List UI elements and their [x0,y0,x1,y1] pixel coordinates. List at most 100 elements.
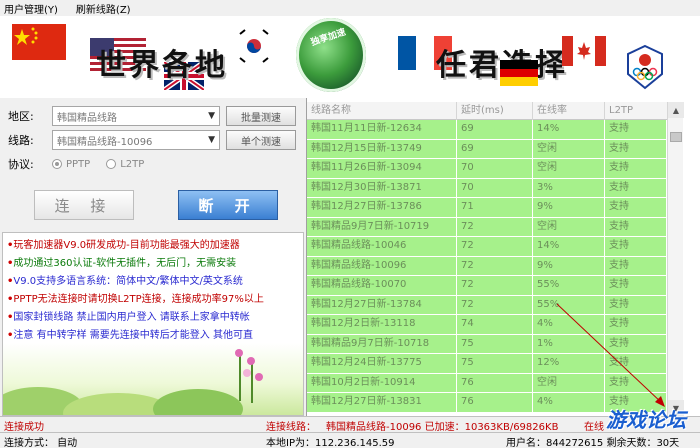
olympic-emblem-icon [627,44,663,90]
table-row[interactable]: 韩国12月15日新-13749 69 空闲 支持 [307,139,667,159]
scroll-up-icon[interactable]: ▲ [668,102,684,118]
table-row[interactable]: 韩国10月2日新-10914 76 空闲 支持 [307,373,667,393]
korea-flag-icon [236,28,272,64]
cell-latency: 75 [457,334,533,353]
single-speed-test-label: 单个测速 [241,136,281,148]
canada-flag-icon [562,36,606,66]
table-row[interactable]: 韩国12月27日新-13786 71 9% 支持 [307,198,667,218]
protocol-row: 协议: PPTP L2TP [8,156,160,172]
cell-online-rate: 空闲 [533,217,605,236]
table-row[interactable]: 韩国11月11日新-12634 69 14% 支持 [307,120,667,140]
table-row[interactable]: 韩国精品9月7日新-10719 72 空闲 支持 [307,217,667,237]
cell-latency: 72 [457,256,533,275]
cell-line-name: 韩国11月11日新-12634 [307,120,457,139]
status-message: 连接成功 [4,422,44,433]
cell-latency: 69 [457,120,533,139]
cell-line-name: 韩国精品9月7日新-10718 [307,334,457,353]
cell-l2tp: 支持 [605,334,667,353]
cell-line-name: 韩国12月27日新-13786 [307,198,457,217]
table-row[interactable]: 韩国12月30日新-13871 70 3% 支持 [307,178,667,198]
menu-user-management[interactable]: 用户管理(Y) [4,1,58,16]
chevron-down-icon: ▼ [208,111,215,121]
news-item: •成功通过360认证-软件无插件，无后门，无需安装 [7,258,237,269]
watermark-logo: 游戏论坛 [606,408,686,432]
table-row[interactable]: 韩国12月2日新-13118 74 4% 支持 [307,315,667,335]
cell-online-rate: 55% [533,276,605,295]
cell-line-name: 韩国12月24日新-13775 [307,354,457,373]
radio-unselected-icon [106,159,117,169]
cell-l2tp: 支持 [605,256,667,275]
protocol-l2tp-radio[interactable]: L2TP [106,159,144,170]
table-row[interactable]: 韩国精品9月7日新-10718 75 1% 支持 [307,334,667,354]
cell-line-name: 韩国精品线路-10070 [307,276,457,295]
cell-online-rate: 空闲 [533,373,605,392]
protocol-pptp-label: PPTP [66,158,91,170]
batch-speed-test-label: 批量测速 [241,112,281,124]
cell-line-name: 韩国12月15日新-13749 [307,139,457,158]
cell-latency: 70 [457,178,533,197]
column-header-latency[interactable]: 延时(ms) [457,102,533,120]
column-header-l2tp[interactable]: L2TP [605,102,667,120]
protocol-label: 协议: [8,158,34,171]
cell-online-rate: 4% [533,393,605,412]
table-row[interactable]: 韩国精品线路-10070 72 55% 支持 [307,276,667,296]
cell-l2tp: 支持 [605,178,667,197]
scrollbar-thumb[interactable] [670,132,682,142]
cell-l2tp: 支持 [605,373,667,392]
cell-line-name: 韩国12月27日新-13831 [307,393,457,412]
connection-mode: 连接方式： 自动 [4,438,78,448]
cell-l2tp: 支持 [605,295,667,314]
line-label: 线路: [8,134,34,147]
column-header-line-name[interactable]: 线路名称 [307,102,457,120]
banner: 世界各地 独享加速 任君选择 [0,16,700,98]
cell-latency: 72 [457,276,533,295]
region-row: 地区: 韩国精品线路 ▼ 批量测速 [8,106,296,126]
region-label: 地区: [8,110,34,123]
cell-latency: 71 [457,198,533,217]
cell-latency: 75 [457,354,533,373]
cell-line-name: 韩国精品9月7日新-10719 [307,217,457,236]
region-select[interactable]: 韩国精品线路 ▼ [52,106,220,126]
cell-online-rate: 12% [533,354,605,373]
table-row[interactable]: 韩国12月27日新-13784 72 55% 支持 [307,295,667,315]
table-row[interactable]: 韩国11月26日新-13094 70 空闲 支持 [307,159,667,179]
cell-l2tp: 支持 [605,139,667,158]
cell-l2tp: 支持 [605,354,667,373]
connect-button[interactable]: 连 接 [34,190,134,220]
table-row[interactable]: 韩国精品线路-10096 72 9% 支持 [307,256,667,276]
table-row[interactable]: 韩国精品线路-10046 72 14% 支持 [307,237,667,257]
cell-online-rate: 14% [533,120,605,139]
disconnect-button[interactable]: 断 开 [178,190,278,220]
globe-label: 独享加速 [309,27,348,49]
line-select-value: 韩国精品线路-10096 [57,136,153,148]
cell-line-name: 韩国精品线路-10046 [307,237,457,256]
menu-bar: 用户管理(Y) 刷新线路(Z) [0,0,700,16]
cell-l2tp: 支持 [605,276,667,295]
protocol-pptp-radio[interactable]: PPTP [52,159,90,170]
line-select[interactable]: 韩国精品线路-10096 ▼ [52,130,220,150]
germany-flag-icon [500,60,538,86]
menu-refresh-lines[interactable]: 刷新线路(Z) [76,1,131,16]
chevron-down-icon: ▼ [208,135,215,145]
news-item: •V9.0支持多语言系统：简体中文/繁体中文/英文系统 [7,276,243,287]
single-speed-test-button[interactable]: 单个测速 [226,130,296,150]
vertical-scrollbar[interactable]: ▲ ▼ [667,102,684,416]
cell-online-rate: 空闲 [533,139,605,158]
cell-online-rate: 14% [533,237,605,256]
cell-latency: 70 [457,159,533,178]
connection-panel: 地区: 韩国精品线路 ▼ 批量测速 线路: 韩国精品线路-10096 ▼ 单个测… [0,98,306,416]
server-list-header: 线路名称 延时(ms) 在线率 L2TP [307,102,667,120]
globe-logo-icon: 独享加速 [296,18,366,92]
cell-online-rate: 9% [533,198,605,217]
cell-l2tp: 支持 [605,237,667,256]
status-bar-info: 连接方式： 自动 本地IP为：112.236.145.59 用户名：844272… [0,432,700,448]
banner-slogan-left: 世界各地 [96,48,228,83]
batch-speed-test-button[interactable]: 批量测速 [226,106,296,126]
news-item: •PPTP无法连接时请切换L2TP连接，连接成功率97%以上 [7,294,264,305]
region-select-value: 韩国精品线路 [57,112,117,124]
column-header-online-rate[interactable]: 在线率 [533,102,605,120]
cell-online-rate: 55% [533,295,605,314]
announcement-panel: •玩客加速器V9.0研发成功-目前功能最强大的加速器 •成功通过360认证-软件… [2,232,304,416]
decorative-landscape-image [3,343,303,415]
table-row[interactable]: 韩国12月24日新-13775 75 12% 支持 [307,354,667,374]
